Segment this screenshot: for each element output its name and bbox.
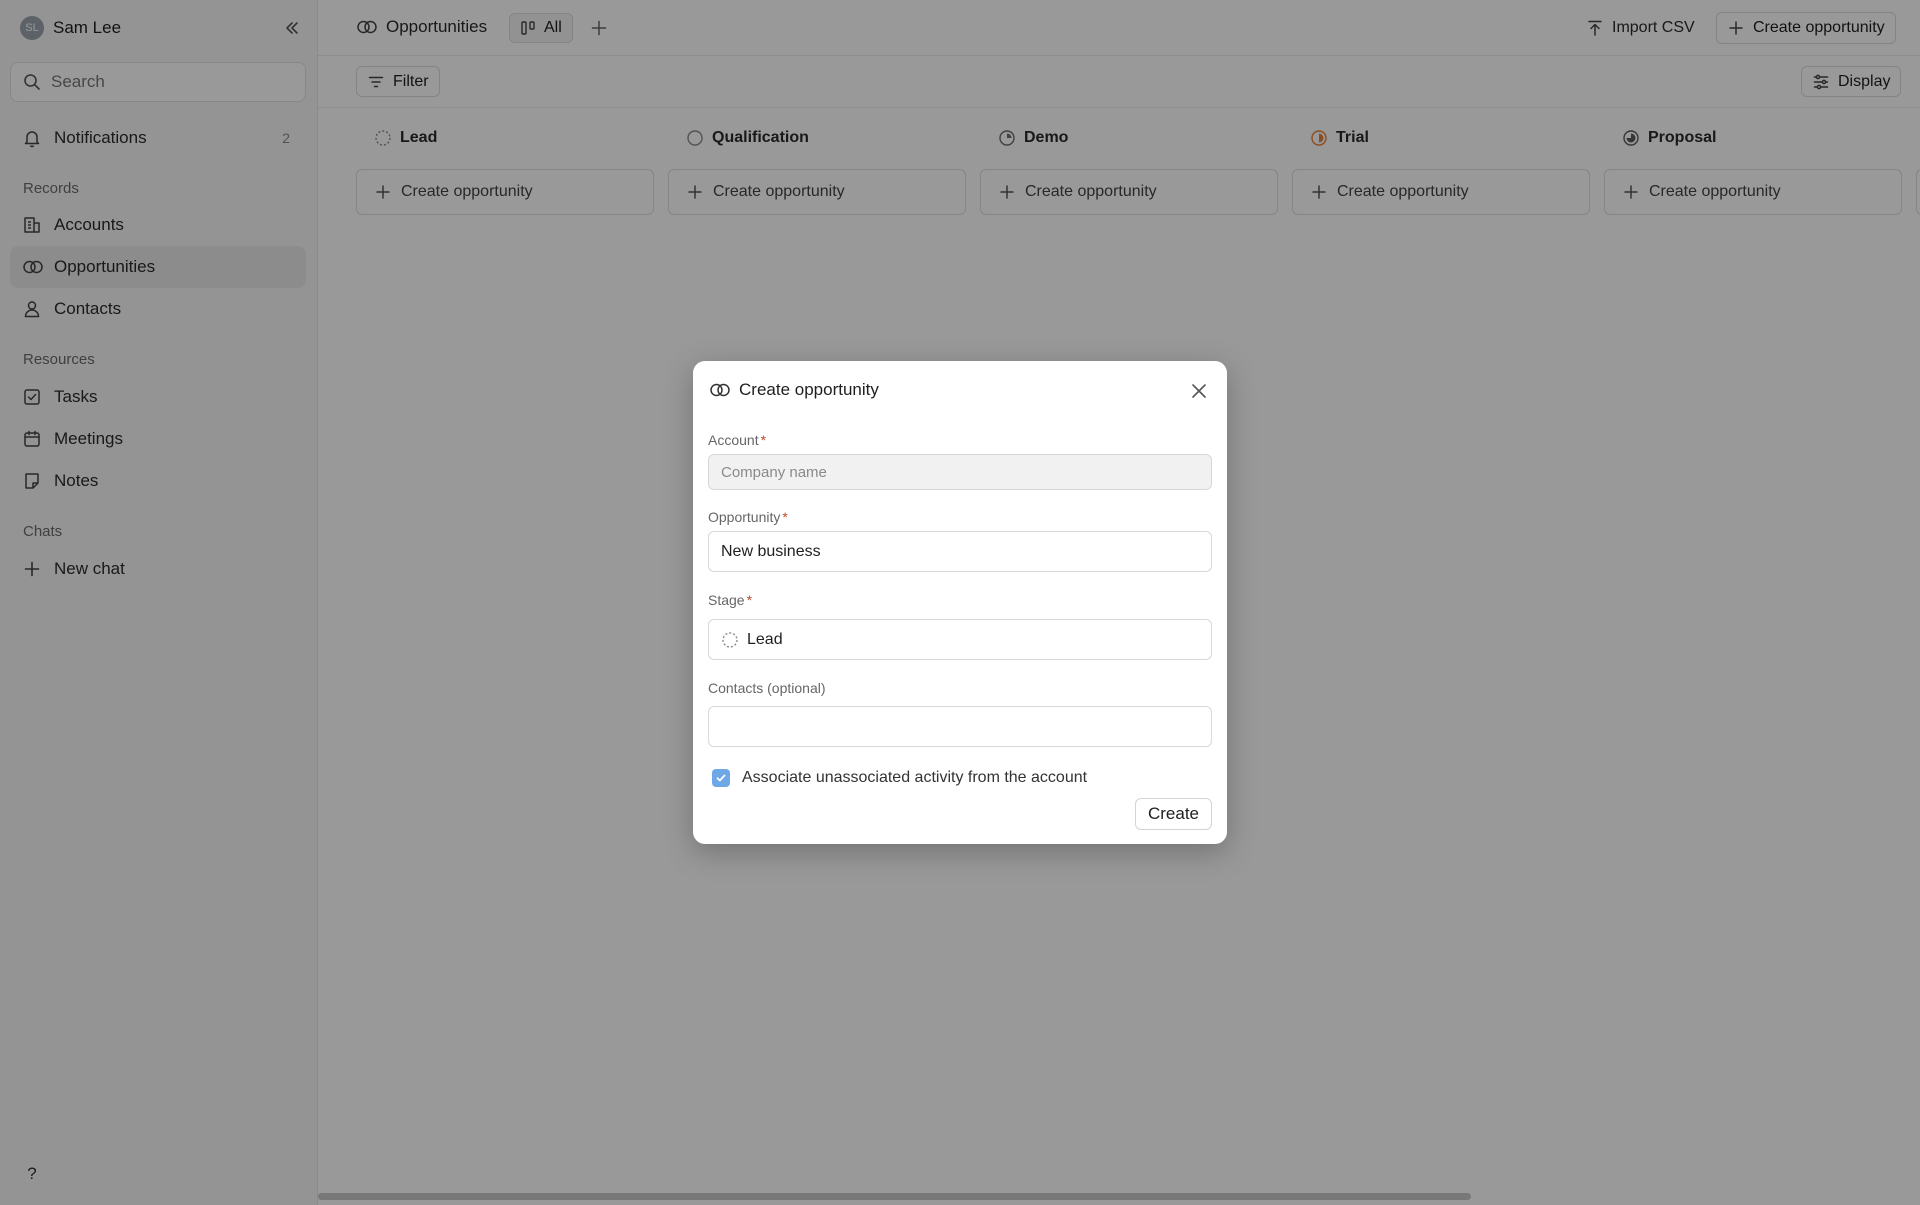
- create-button[interactable]: Create: [1135, 798, 1212, 830]
- required-marker: *: [746, 592, 753, 608]
- opportunity-label-text: Opportunity: [708, 509, 781, 525]
- create-opportunity-dialog: Create opportunity Account * Company name…: [693, 361, 1227, 844]
- associate-activity-checkbox[interactable]: [712, 769, 730, 787]
- dialog-title: Create opportunity: [709, 379, 879, 401]
- stage-label: Stage *: [708, 592, 752, 608]
- account-label: Account *: [708, 432, 766, 448]
- check-icon: [716, 774, 726, 782]
- account-label-text: Account: [708, 432, 759, 448]
- close-icon[interactable]: [1189, 381, 1209, 401]
- lead-dashed-circle-icon: [721, 631, 739, 649]
- opportunity-name-value: New business: [721, 542, 821, 560]
- associate-activity-label: Associate unassociated activity from the…: [742, 769, 1088, 786]
- required-marker: *: [782, 509, 788, 525]
- stage-select[interactable]: Lead: [708, 619, 1212, 660]
- opportunity-name-field[interactable]: New business: [708, 531, 1212, 572]
- stage-label-text: Stage: [708, 592, 745, 608]
- contacts-label: Contacts (optional): [708, 680, 826, 696]
- stage-value: Lead: [747, 630, 783, 648]
- account-placeholder: Company name: [721, 463, 827, 481]
- associate-activity-option[interactable]: Associate unassociated activity from the…: [712, 769, 1087, 787]
- account-field[interactable]: Company name: [708, 454, 1212, 490]
- contacts-field[interactable]: [708, 706, 1212, 747]
- required-marker: *: [760, 432, 767, 448]
- opportunities-icon: [709, 379, 731, 401]
- dialog-title-text: Create opportunity: [739, 380, 879, 399]
- opportunity-label: Opportunity *: [708, 509, 788, 525]
- contacts-label-text: Contacts (optional): [708, 680, 826, 696]
